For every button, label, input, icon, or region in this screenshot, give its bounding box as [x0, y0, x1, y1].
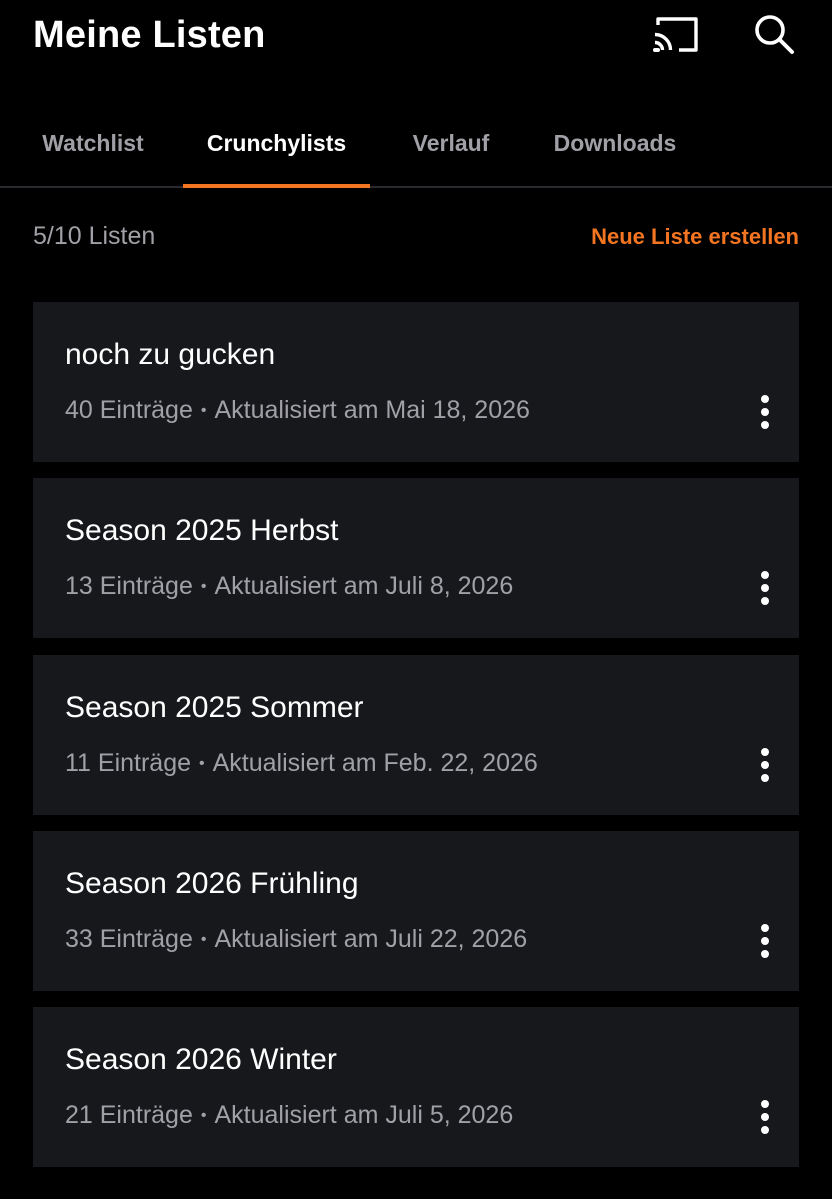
list-entry-count: 13 Einträge — [65, 572, 193, 600]
list-card[interactable]: Season 2026 Frühling 33 Einträge • Aktuali… — [33, 831, 799, 991]
more-vertical-icon — [760, 923, 770, 964]
list-meta: 11 Einträge • Aktualisiert am Feb. 22, 202… — [65, 749, 538, 778]
list-card[interactable]: Season 2025 Sommer 11 Einträge • Aktualisi… — [33, 655, 799, 815]
meta-separator: • — [200, 931, 207, 948]
tab-verlauf[interactable]: Verlauf — [390, 100, 512, 186]
more-vertical-icon — [760, 1099, 770, 1140]
page-title: Meine Listen — [33, 14, 266, 56]
list-count: 5/10 Listen — [33, 222, 156, 250]
list-options-button[interactable] — [745, 917, 785, 969]
list-title: Season 2025 Herbst — [65, 514, 339, 547]
search-icon — [752, 12, 796, 61]
list-entry-count: 33 Einträge — [65, 925, 193, 953]
list-updated: Aktualisiert am Feb. 22, 2026 — [212, 749, 538, 777]
list-card[interactable]: noch zu gucken 40 Einträge • Aktualisiert … — [33, 302, 799, 462]
more-vertical-icon — [760, 747, 770, 788]
app-header: Meine Listen — [0, 0, 832, 90]
list-meta: 13 Einträge • Aktualisiert am Juli 8, 2026 — [65, 572, 513, 601]
more-vertical-icon — [760, 570, 770, 611]
meta-separator: • — [200, 1107, 207, 1124]
list-title: Season 2026 Frühling — [65, 867, 359, 900]
tab-downloads[interactable]: Downloads — [530, 100, 700, 186]
list-entry-count: 21 Einträge — [65, 1101, 193, 1129]
list-title: noch zu gucken — [65, 338, 276, 371]
list-updated: Aktualisiert am Juli 22, 2026 — [214, 925, 528, 953]
list-card[interactable]: Season 2026 Winter 21 Einträge • Aktualisi… — [33, 1007, 799, 1167]
list-meta: 40 Einträge • Aktualisiert am Mai 18, 2026 — [65, 396, 530, 425]
new-list-button[interactable]: Neue Liste erstellen — [591, 224, 799, 250]
meta-separator: • — [200, 402, 207, 419]
tab-crunchylists[interactable]: Crunchylists — [183, 100, 370, 188]
meta-separator: • — [200, 578, 207, 595]
list-summary: 5/10 Listen Neue Liste erstellen — [33, 218, 799, 258]
list-meta: 21 Einträge • Aktualisiert am Juli 5, 2026 — [65, 1101, 513, 1130]
list-entry-count: 40 Einträge — [65, 396, 193, 424]
list-updated: Aktualisiert am Mai 18, 2026 — [214, 396, 530, 424]
list-title: Season 2026 Winter — [65, 1043, 337, 1076]
list-options-button[interactable] — [745, 564, 785, 616]
list-meta: 33 Einträge • Aktualisiert am Juli 22, 202… — [65, 925, 527, 954]
list-entry-count: 11 Einträge — [65, 749, 192, 777]
list-options-button[interactable] — [745, 741, 785, 793]
list-options-button[interactable] — [745, 1093, 785, 1145]
tab-bar: Watchlist Crunchylists Verlauf Downloads — [0, 100, 832, 188]
more-vertical-icon — [760, 394, 770, 435]
list-title: Season 2025 Sommer — [65, 691, 364, 724]
meta-separator: • — [199, 755, 205, 772]
list-updated: Aktualisiert am Juli 8, 2026 — [214, 572, 514, 600]
list-options-button[interactable] — [745, 388, 785, 440]
cast-icon — [652, 14, 700, 59]
list-card[interactable]: Season 2025 Herbst 13 Einträge • Aktualisi… — [33, 478, 799, 638]
cast-button[interactable] — [648, 8, 704, 64]
list-updated: Aktualisiert am Juli 5, 2026 — [214, 1101, 514, 1129]
tab-watchlist[interactable]: Watchlist — [18, 100, 168, 186]
search-button[interactable] — [746, 8, 802, 64]
